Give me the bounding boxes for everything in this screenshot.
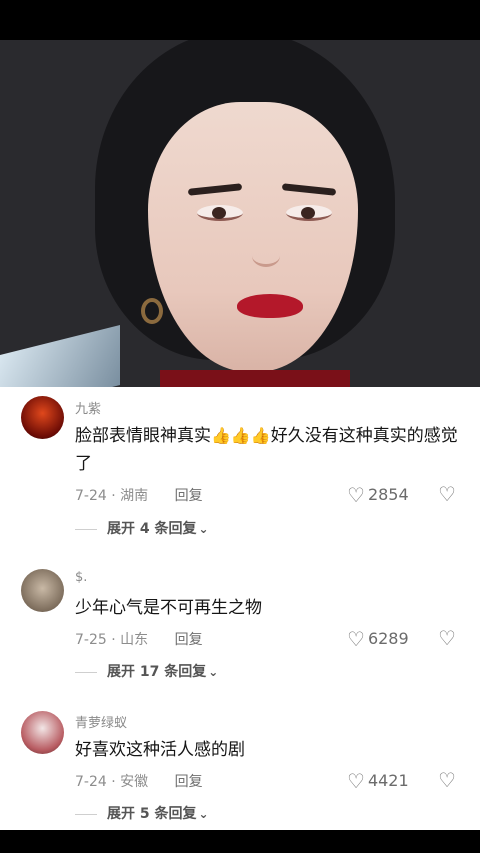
thumbs-up-emoji-icon: 👍👍👍 <box>211 426 271 445</box>
video-frame[interactable] <box>0 40 480 387</box>
comment-date: 7-24 <box>75 774 107 790</box>
comment-meta: 7-24 · 湖南 回复 <box>75 485 203 505</box>
heart-outline-icon: ♡ <box>347 483 365 507</box>
earring <box>141 298 163 324</box>
meta-separator: · <box>111 632 116 648</box>
comment-text: 脸部表情眼神真实👍👍👍好久没有这种真实的感觉了 <box>75 422 460 478</box>
heart-outline-icon: ♡ <box>347 627 365 651</box>
right-eye <box>286 205 332 221</box>
comment-meta: 7-24 · 安徽 回复 <box>75 771 203 791</box>
expand-replies-label: 展开 4 条回复 <box>107 521 197 537</box>
scarf <box>0 325 120 387</box>
collar <box>160 370 350 387</box>
comment-text-part: 脸部表情眼神真实 <box>75 426 211 446</box>
reply-button[interactable]: 回复 <box>175 632 203 648</box>
comment-meta: 7-25 · 山东 回复 <box>75 629 203 649</box>
like-count: 4421 <box>367 771 409 790</box>
chevron-down-icon: ⌄ <box>198 807 209 821</box>
like-button[interactable]: ♡ 2854 <box>347 483 409 507</box>
comment-username[interactable]: 青萝绿蚁 <box>75 712 127 731</box>
divider-dash <box>75 813 97 815</box>
comment-location: 湖南 <box>120 488 149 504</box>
comment-date: 7-25 <box>75 632 107 648</box>
like-button[interactable]: ♡ 6289 <box>347 627 409 651</box>
comment-list: 九紫 脸部表情眼神真实👍👍👍好久没有这种真实的感觉了 7-24 · 湖南 回复 … <box>0 387 480 830</box>
divider-dash <box>75 528 97 530</box>
comment-username[interactable]: $. <box>75 570 87 585</box>
chevron-down-icon: ⌄ <box>198 522 209 536</box>
comment-date: 7-24 <box>75 488 107 504</box>
avatar[interactable] <box>21 396 64 439</box>
broken-heart-icon[interactable]: ♡ <box>438 768 456 792</box>
avatar[interactable] <box>21 569 64 612</box>
like-button[interactable]: ♡ 4421 <box>347 769 409 793</box>
avatar[interactable] <box>21 711 64 754</box>
like-count: 6289 <box>367 629 409 648</box>
meta-separator: · <box>111 774 116 790</box>
chevron-down-icon: ⌄ <box>208 665 219 679</box>
comment-text: 少年心气是不可再生之物 <box>75 598 262 618</box>
broken-heart-icon[interactable]: ♡ <box>438 626 456 650</box>
top-bar <box>0 0 480 40</box>
like-count: 2854 <box>367 485 409 504</box>
expand-replies-label: 展开 17 条回复 <box>107 664 207 680</box>
expand-replies-label: 展开 5 条回复 <box>107 806 197 822</box>
comment-username[interactable]: 九紫 <box>75 398 101 417</box>
expand-replies-button[interactable]: 展开 17 条回复 ⌄ <box>75 661 218 681</box>
nose <box>252 245 280 267</box>
lips <box>237 294 303 318</box>
comment-location: 安徽 <box>120 774 149 790</box>
comment-text: 好喜欢这种活人感的剧 <box>75 740 245 760</box>
divider-dash <box>75 671 97 673</box>
expand-replies-button[interactable]: 展开 5 条回复 ⌄ <box>75 803 209 823</box>
meta-separator: · <box>111 488 116 504</box>
reply-button[interactable]: 回复 <box>175 774 203 790</box>
reply-button[interactable]: 回复 <box>175 488 203 504</box>
broken-heart-icon[interactable]: ♡ <box>438 482 456 506</box>
expand-replies-button[interactable]: 展开 4 条回复 ⌄ <box>75 518 209 538</box>
heart-outline-icon: ♡ <box>347 769 365 793</box>
bottom-bar <box>0 830 480 853</box>
left-eye <box>197 205 243 221</box>
comment-location: 山东 <box>120 632 149 648</box>
